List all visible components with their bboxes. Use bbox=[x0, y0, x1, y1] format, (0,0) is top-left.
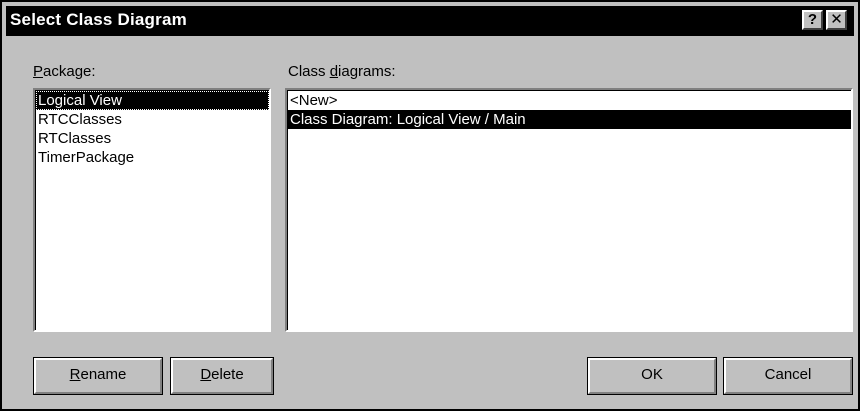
delete-button-label: Delete bbox=[200, 366, 244, 383]
cancel-button[interactable]: Cancel bbox=[723, 357, 853, 395]
close-icon: ✕ bbox=[830, 11, 843, 28]
class-diagrams-listbox[interactable]: <New> Class Diagram: Logical View / Main bbox=[285, 88, 853, 332]
package-item-logical-view[interactable]: Logical View bbox=[36, 91, 269, 110]
ok-button-label: OK bbox=[641, 366, 663, 383]
package-listbox[interactable]: Logical View RTCClasses RTClasses TimerP… bbox=[33, 88, 271, 332]
diagram-item-logical-view-main[interactable]: Class Diagram: Logical View / Main bbox=[288, 110, 851, 129]
class-diagrams-list: <New> Class Diagram: Logical View / Main bbox=[287, 90, 851, 330]
class-diagrams-label-rest: iagrams: bbox=[338, 63, 396, 80]
package-label: Package: bbox=[33, 63, 96, 80]
rename-button[interactable]: Rename bbox=[33, 357, 163, 395]
delete-button[interactable]: Delete bbox=[170, 357, 274, 395]
close-button[interactable]: ✕ bbox=[826, 10, 847, 30]
class-diagrams-label-part: Class bbox=[288, 63, 330, 80]
diagram-item-new[interactable]: <New> bbox=[288, 91, 851, 110]
package-item-rtcclasses[interactable]: RTCClasses bbox=[36, 110, 269, 129]
help-button[interactable]: ? bbox=[802, 10, 823, 30]
cancel-button-label: Cancel bbox=[764, 366, 812, 383]
package-list: Logical View RTCClasses RTClasses TimerP… bbox=[35, 90, 269, 330]
rename-button-label: Rename bbox=[69, 366, 127, 383]
select-class-diagram-dialog: Select Class Diagram ? ✕ Package: Logica… bbox=[0, 0, 860, 411]
question-mark-icon: ? bbox=[807, 11, 818, 28]
ok-button[interactable]: OK bbox=[587, 357, 717, 395]
title-bar[interactable]: Select Class Diagram ? ✕ bbox=[6, 6, 854, 36]
package-item-timerpackage[interactable]: TimerPackage bbox=[36, 148, 269, 167]
class-diagrams-label-hotkey: d bbox=[329, 63, 339, 80]
window-title: Select Class Diagram bbox=[10, 10, 187, 29]
class-diagrams-label: Class diagrams: bbox=[288, 63, 396, 80]
package-item-rtclasses[interactable]: RTClasses bbox=[36, 129, 269, 148]
